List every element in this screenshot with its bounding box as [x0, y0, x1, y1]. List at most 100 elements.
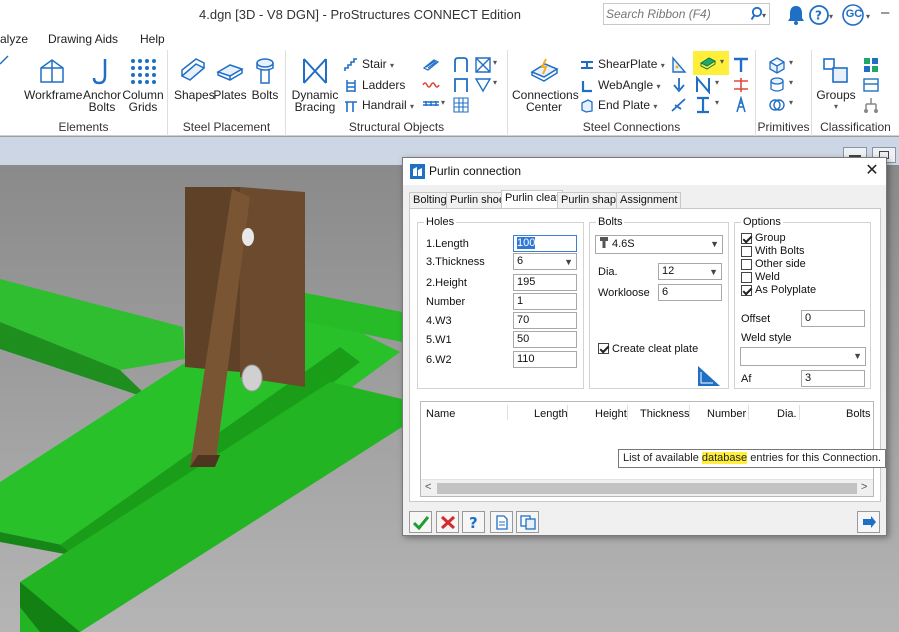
col-dia[interactable]: Dia.: [777, 408, 797, 420]
gusset-icon[interactable]: [670, 56, 688, 74]
ok-button[interactable]: [409, 511, 432, 533]
classification-hierarchy-icon[interactable]: [862, 96, 880, 114]
menu-tab-analyze[interactable]: alyze: [0, 32, 28, 46]
classification-tree-icon[interactable]: [862, 56, 880, 74]
workframe-button[interactable]: Workframe: [24, 56, 82, 101]
col-thickness[interactable]: Thickness: [640, 408, 690, 420]
shearplate-label: ShearPlate: [598, 57, 658, 71]
frame-arch-icon[interactable]: [452, 56, 470, 74]
save-template-button[interactable]: [490, 511, 513, 533]
purlin-connection-highlight[interactable]: ▾: [693, 51, 729, 75]
purlin-dropdown-icon[interactable]: ▾: [493, 78, 497, 87]
w2-input[interactable]: 110: [513, 351, 577, 368]
col-bolts[interactable]: Bolts: [846, 408, 870, 420]
menu-tab-drawing-aids[interactable]: Drawing Aids: [48, 32, 118, 46]
webangle-button[interactable]: WebAngle ▾: [580, 76, 661, 94]
grid-plate-icon[interactable]: [452, 96, 470, 114]
i-connection-dropdown-icon[interactable]: ▾: [715, 98, 719, 107]
workloose-input[interactable]: 6: [658, 284, 722, 301]
number-input[interactable]: 1: [513, 293, 577, 310]
ribbon-search-input[interactable]: [606, 6, 744, 22]
tab-assignment[interactable]: Assignment: [616, 192, 682, 208]
other-side-checkbox[interactable]: [741, 259, 752, 270]
t-connection-icon[interactable]: [732, 56, 750, 74]
cube-icon[interactable]: [768, 56, 786, 74]
frame-portal-icon[interactable]: [452, 76, 470, 94]
n-connection-dropdown-icon[interactable]: ▾: [715, 78, 719, 87]
weld-style-select[interactable]: ▼: [740, 347, 866, 366]
cancel-button[interactable]: [436, 511, 459, 533]
col-name[interactable]: Name: [426, 408, 455, 420]
i-connection-icon[interactable]: [694, 96, 712, 114]
dia-select[interactable]: 12 ▼: [658, 263, 722, 280]
tab-purlin-cleat[interactable]: Purlin cleat: [501, 190, 564, 208]
endplate-button[interactable]: End Plate ▾: [580, 96, 657, 114]
cross-dropdown-icon[interactable]: ▾: [493, 58, 497, 67]
classification-list-icon[interactable]: [862, 76, 880, 94]
group-label-primitives: Primitives: [757, 120, 810, 134]
boolean-dropdown-icon[interactable]: ▾: [789, 98, 793, 107]
bell-icon[interactable]: [785, 4, 807, 26]
tab-purlin-shoe[interactable]: Purlin shoe: [446, 192, 510, 208]
purlin-icon[interactable]: [474, 76, 492, 94]
scrollbar-thumb[interactable]: [437, 483, 857, 494]
height-input[interactable]: 195: [513, 274, 577, 291]
shearplate-button[interactable]: ShearPlate ▾: [580, 55, 665, 73]
w3-input[interactable]: 70: [513, 312, 577, 329]
scroll-left-icon[interactable]: <: [425, 481, 431, 493]
cube-dropdown-icon[interactable]: ▾: [789, 58, 793, 67]
down-arrow-connection-icon[interactable]: [670, 76, 688, 94]
create-cleat-checkbox[interactable]: [598, 343, 609, 354]
splice-icon[interactable]: [732, 76, 750, 94]
tab-bolting[interactable]: Bolting: [409, 192, 451, 208]
help-icon[interactable]: ? ▾: [808, 4, 834, 26]
with-bolts-checkbox[interactable]: [741, 246, 752, 257]
length-input[interactable]: 100: [513, 235, 577, 252]
stair-button[interactable]: Stair ▾: [344, 55, 394, 73]
minimize-icon[interactable]: –: [881, 4, 889, 21]
corrugated-sheet-icon[interactable]: [422, 76, 440, 94]
anchor-bolts-button[interactable]: Anchor Bolts: [82, 56, 122, 113]
bolts-button[interactable]: Bolts: [248, 56, 282, 101]
as-polyplate-checkbox[interactable]: [741, 285, 752, 296]
dynamic-bracing-button[interactable]: Dynamic Bracing: [290, 56, 340, 113]
rebar-mesh-icon[interactable]: [422, 96, 440, 114]
help-button[interactable]: ?: [462, 511, 485, 533]
endplate-label: End Plate: [598, 98, 651, 112]
ribbon-search-box[interactable]: ▾: [603, 3, 770, 25]
cleat-plate-shape-icon[interactable]: [696, 364, 722, 388]
tower-icon[interactable]: [732, 96, 750, 114]
col-length[interactable]: Length: [534, 408, 568, 420]
weld-checkbox[interactable]: [741, 272, 752, 283]
w1-input[interactable]: 50: [513, 331, 577, 348]
col-number[interactable]: Number: [707, 408, 746, 420]
groups-button[interactable]: Groups ▾: [816, 56, 856, 113]
grating-icon[interactable]: [422, 56, 440, 74]
scroll-right-icon[interactable]: >: [861, 481, 867, 493]
handrail-button[interactable]: Handrail ▾: [344, 96, 414, 114]
grid-horizontal-scrollbar[interactable]: < >: [421, 479, 873, 496]
expand-button[interactable]: [857, 511, 880, 533]
col-height[interactable]: Height: [595, 408, 627, 420]
bolt-grade-select[interactable]: 4.6S ▼: [595, 235, 723, 254]
column-grids-button[interactable]: Column Grids: [122, 56, 164, 113]
menu-tab-help[interactable]: Help: [140, 32, 165, 46]
thickness-select[interactable]: 6 ▼: [513, 253, 577, 270]
boolean-icon[interactable]: [768, 96, 786, 114]
cross-box-icon[interactable]: [474, 56, 492, 74]
plates-button[interactable]: Plates: [212, 56, 248, 101]
n-connection-icon[interactable]: [694, 76, 712, 94]
group-checkbox[interactable]: [741, 233, 752, 244]
connections-center-button[interactable]: Connections Center: [512, 56, 579, 113]
brace-connection-icon[interactable]: [670, 96, 688, 114]
ladders-button[interactable]: Ladders: [344, 76, 405, 94]
copy-button[interactable]: [516, 511, 539, 533]
dialog-close-icon[interactable]: ✕: [862, 162, 882, 180]
search-icon[interactable]: ▾: [747, 6, 767, 22]
mesh-dropdown-icon[interactable]: ▾: [441, 98, 445, 107]
shapes-button[interactable]: Shapes: [174, 56, 215, 101]
offset-input[interactable]: 0: [801, 310, 865, 327]
af-input[interactable]: 3: [801, 370, 865, 387]
cylinder-icon[interactable]: [768, 76, 786, 94]
cylinder-dropdown-icon[interactable]: ▾: [789, 78, 793, 87]
